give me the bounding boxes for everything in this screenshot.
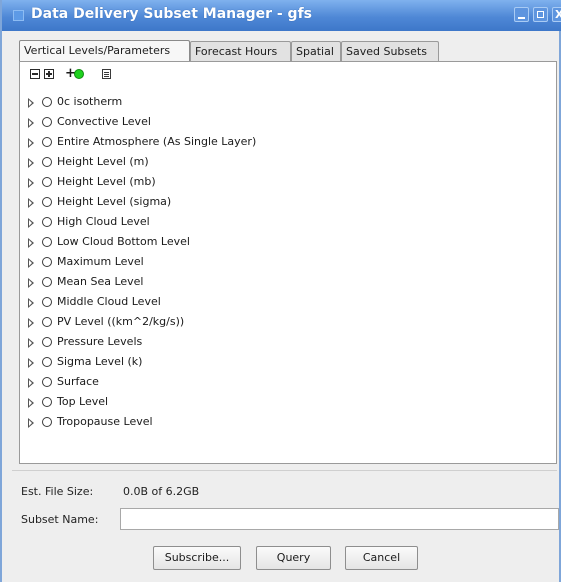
maximize-button[interactable] <box>533 7 548 22</box>
tree-item-label: Low Cloud Bottom Level <box>57 235 190 248</box>
app-icon <box>13 10 24 21</box>
expand-arrow-icon[interactable] <box>28 358 34 368</box>
expand-arrow-icon[interactable] <box>28 318 34 328</box>
file-size-label: Est. File Size: <box>21 485 94 498</box>
radio-button[interactable] <box>42 197 52 207</box>
expand-arrow-icon[interactable] <box>28 378 34 388</box>
expand-arrow-icon[interactable] <box>28 278 34 288</box>
expand-arrow-icon[interactable] <box>28 418 34 428</box>
tree-item-label: Top Level <box>57 395 109 408</box>
maximize-icon <box>537 11 544 18</box>
query-button[interactable]: Query <box>256 546 331 570</box>
tree-item-label: PV Level ((km^2/kg/s)) <box>57 315 185 328</box>
radio-button[interactable] <box>42 97 52 107</box>
expand-arrow-icon[interactable] <box>28 398 34 408</box>
tree-item-label: Maximum Level <box>57 255 144 268</box>
window-title: Data Delivery Subset Manager - gfs <box>31 6 313 22</box>
tab-spatial[interactable]: Spatial <box>291 41 341 62</box>
radio-button[interactable] <box>42 317 52 327</box>
title-bar[interactable]: Data Delivery Subset Manager - gfs X <box>2 0 561 31</box>
tree-item-label: Height Level (mb) <box>57 175 156 188</box>
separator <box>12 470 557 471</box>
tree-item-label: Pressure Levels <box>57 335 143 348</box>
tree-item-label: 0c isotherm <box>57 95 123 108</box>
expand-arrow-icon[interactable] <box>28 138 34 148</box>
expand-arrow-icon[interactable] <box>28 298 34 308</box>
tree-item-label: Sigma Level (k) <box>57 355 143 368</box>
radio-button[interactable] <box>42 157 52 167</box>
tree-item-label: Height Level (m) <box>57 155 149 168</box>
tree-item-label: Tropopause Level <box>57 415 153 428</box>
tree-item-label: Convective Level <box>57 115 151 128</box>
radio-button[interactable] <box>42 217 52 227</box>
close-icon: X <box>555 8 561 21</box>
expand-all-icon[interactable] <box>44 69 54 79</box>
radio-button[interactable] <box>42 337 52 347</box>
collapse-all-icon[interactable] <box>30 69 40 79</box>
radio-button[interactable] <box>42 257 52 267</box>
minimize-icon <box>518 17 525 19</box>
subset-name-label: Subset Name: <box>21 513 99 526</box>
expand-arrow-icon[interactable] <box>28 338 34 348</box>
radio-button[interactable] <box>42 417 52 427</box>
tab-forecast-hours[interactable]: Forecast Hours <box>190 41 291 62</box>
tree-item-label: Height Level (sigma) <box>57 195 172 208</box>
subscribe-button[interactable]: Subscribe... <box>153 546 241 570</box>
radio-button[interactable] <box>42 397 52 407</box>
expand-arrow-icon[interactable] <box>28 98 34 108</box>
expand-arrow-icon[interactable] <box>28 218 34 228</box>
radio-button[interactable] <box>42 177 52 187</box>
file-size-value: 0.0B of 6.2GB <box>123 485 200 498</box>
tree-item-label: Surface <box>57 375 99 388</box>
tree-item-label: Mean Sea Level <box>57 275 144 288</box>
subset-manager-window: Data Delivery Subset Manager - gfs X Ver… <box>0 0 561 582</box>
subset-name-input[interactable] <box>120 508 559 530</box>
document-icon[interactable] <box>102 69 111 79</box>
expand-arrow-icon[interactable] <box>28 158 34 168</box>
expand-arrow-icon[interactable] <box>28 118 34 128</box>
radio-button[interactable] <box>42 377 52 387</box>
radio-button[interactable] <box>42 237 52 247</box>
expand-arrow-icon[interactable] <box>28 178 34 188</box>
expand-arrow-icon[interactable] <box>28 198 34 208</box>
radio-button[interactable] <box>42 297 52 307</box>
tab-saved-subsets[interactable]: Saved Subsets <box>341 41 439 62</box>
radio-button[interactable] <box>42 117 52 127</box>
expand-arrow-icon[interactable] <box>28 258 34 268</box>
tree-item-label: Entire Atmosphere (As Single Layer) <box>57 135 257 148</box>
minimize-button[interactable] <box>514 7 529 22</box>
radio-button[interactable] <box>42 137 52 147</box>
radio-button[interactable] <box>42 277 52 287</box>
expand-arrow-icon[interactable] <box>28 238 34 248</box>
add-green-icon[interactable] <box>74 69 84 79</box>
tab-vertical-levels[interactable]: Vertical Levels/Parameters <box>19 40 190 63</box>
tree-item-label: High Cloud Level <box>57 215 150 228</box>
close-button[interactable]: X <box>552 7 561 22</box>
cancel-button[interactable]: Cancel <box>345 546 418 570</box>
tree-item-label: Middle Cloud Level <box>57 295 161 308</box>
radio-button[interactable] <box>42 357 52 367</box>
